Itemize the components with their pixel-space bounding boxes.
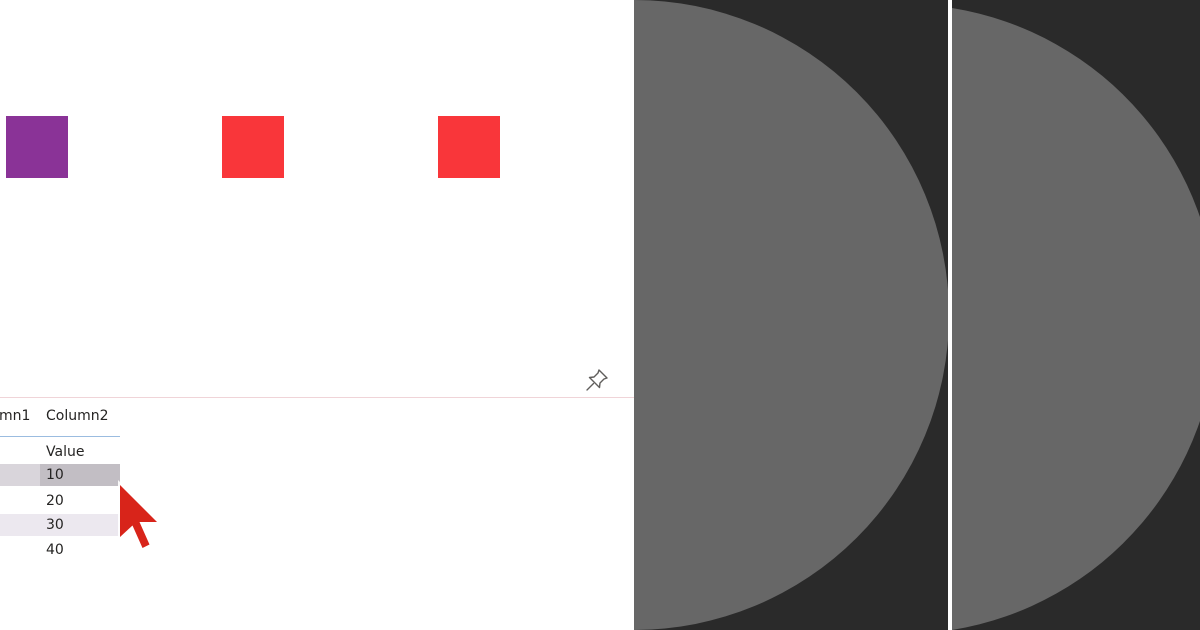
row-cell-value[interactable]: 10 xyxy=(40,464,120,486)
row-cell-value[interactable]: 40 xyxy=(40,539,120,561)
purple-square[interactable] xyxy=(6,116,68,178)
red-square-2[interactable] xyxy=(438,116,500,178)
semicircle-visual-1[interactable] xyxy=(634,0,948,630)
row-cell-column1[interactable] xyxy=(0,539,40,561)
row-cell-value[interactable]: 30 xyxy=(40,514,120,536)
row-cell-column1[interactable] xyxy=(0,514,40,536)
table-row[interactable]: 40 xyxy=(0,539,120,561)
header-underline xyxy=(0,436,120,437)
table-row[interactable]: 20 xyxy=(0,490,120,512)
row-cell-column1[interactable] xyxy=(0,464,40,486)
table-row[interactable]: 30 xyxy=(0,514,120,536)
row-cell-column1[interactable] xyxy=(0,490,40,512)
column-header-2[interactable]: Column2 xyxy=(46,408,109,424)
mouse-cursor-icon xyxy=(114,476,172,558)
row-cell-value[interactable]: 20 xyxy=(40,490,120,512)
pin-icon[interactable] xyxy=(583,366,611,394)
semicircle-visual-2[interactable] xyxy=(952,0,1200,630)
column-header-1[interactable]: mn1 xyxy=(0,408,30,424)
canvas-panel: mn1 Column2 Value 10 20 30 40 xyxy=(0,0,634,630)
table-row[interactable]: 10 xyxy=(0,464,120,486)
value-subheader: Value xyxy=(46,444,85,460)
red-square-1[interactable] xyxy=(222,116,284,178)
